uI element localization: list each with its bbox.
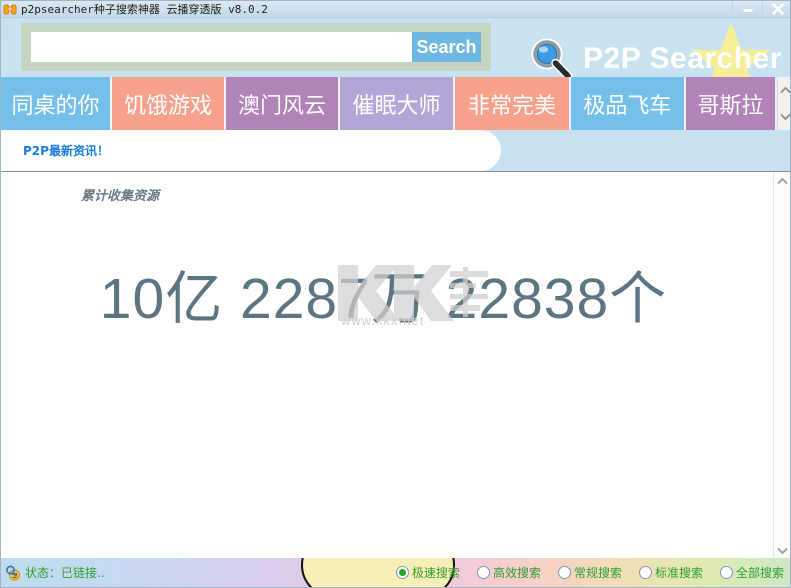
application-window: p2psearcher种子搜索神器 云播穿透版 v8.0.2 Search P2… — [0, 0, 791, 588]
news-band: P2P最新资讯！ — [1, 130, 790, 171]
scroll-track[interactable] — [774, 189, 790, 542]
tab-item-1[interactable]: 饥饿游戏 — [112, 77, 224, 130]
window-title: p2psearcher种子搜索神器 云播穿透版 v8.0.2 — [21, 3, 268, 16]
connection-status: 状态：已链接.. — [5, 564, 105, 581]
connection-status-icon — [6, 565, 20, 580]
search-mode-label: 高效搜索 — [492, 566, 541, 580]
tab-label: 非常完美 — [467, 93, 556, 119]
search-mode-group: 极速搜索 高效搜索 常规搜索 标准搜索 全部搜索 — [379, 564, 784, 581]
close-icon[interactable] — [762, 1, 790, 18]
content-area — [1, 171, 790, 559]
tab-label: 澳门风云 — [237, 93, 326, 119]
tab-label: 饥饿游戏 — [124, 93, 213, 119]
tab-label: 哥斯拉 — [697, 93, 764, 119]
category-tabs: 同桌的你 饥饿游戏 澳门风云 催眠大师 非常完美 极品飞车 哥斯拉 — [1, 77, 790, 131]
search-mode-label: 标准搜索 — [654, 566, 703, 580]
radio-icon[interactable] — [557, 566, 571, 579]
search-mode-label: 全部搜索 — [735, 566, 784, 580]
tab-item-4[interactable]: 非常完美 — [454, 77, 569, 130]
header-banner: Search P2P Searcher — [1, 18, 790, 77]
tab-item-5[interactable]: 极品飞车 — [570, 77, 684, 130]
resource-counter-value: 10亿 2287万 22838个 — [99, 267, 668, 331]
tab-item-6[interactable]: 哥斯拉 — [685, 77, 776, 130]
search-button[interactable]: Search — [412, 32, 481, 62]
tab-item-3[interactable]: 催眠大师 — [339, 77, 453, 130]
radio-icon[interactable] — [638, 566, 652, 579]
tab-label: 极品飞车 — [583, 93, 672, 119]
brand-name: P2P Searcher — [583, 42, 782, 75]
brand-lockup: P2P Searcher — [528, 38, 782, 77]
chevron-down-icon[interactable] — [778, 104, 790, 131]
tab-item-0[interactable]: 同桌的你 — [1, 77, 111, 130]
search-input[interactable] — [31, 32, 412, 62]
radio-icon[interactable] — [476, 566, 490, 579]
scroll-down-icon[interactable] — [774, 542, 790, 559]
status-text: 状态：已链接.. — [25, 566, 105, 580]
search-mode-label: 常规搜索 — [573, 566, 622, 580]
binoculars-icon — [3, 2, 17, 16]
search-frame: Search — [21, 23, 491, 71]
tab-item-2[interactable]: 澳门风云 — [226, 77, 338, 130]
counter-label: 累计收集资源 — [81, 189, 160, 204]
tab-label: 催眠大师 — [352, 93, 441, 119]
search-mode-option-3[interactable]: 标准搜索 — [638, 564, 703, 581]
radio-icon[interactable] — [395, 566, 409, 579]
search-mode-label: 极速搜索 — [411, 566, 460, 580]
status-bar: 状态：已链接.. 极速搜索 高效搜索 常规搜索 标准搜索 全部搜索 — [1, 558, 790, 587]
tab-spinner — [777, 77, 790, 131]
magnifier-icon — [531, 38, 573, 77]
search-mode-option-4[interactable]: 全部搜索 — [719, 564, 784, 581]
vertical-scrollbar[interactable] — [773, 172, 790, 559]
minimize-button[interactable] — [732, 1, 762, 18]
title-bar: p2psearcher种子搜索神器 云播穿透版 v8.0.2 — [1, 1, 790, 18]
search-mode-option-2[interactable]: 常规搜索 — [557, 564, 622, 581]
window-controls — [732, 1, 790, 18]
search-mode-option-0[interactable]: 极速搜索 — [395, 564, 460, 581]
chevron-up-icon[interactable] — [778, 77, 790, 104]
scroll-up-icon[interactable] — [774, 172, 790, 189]
news-link[interactable]: P2P最新资讯！ — [23, 142, 109, 159]
search-mode-option-1[interactable]: 高效搜索 — [476, 564, 541, 581]
tab-label: 同桌的你 — [11, 93, 100, 119]
radio-icon[interactable] — [719, 566, 733, 579]
